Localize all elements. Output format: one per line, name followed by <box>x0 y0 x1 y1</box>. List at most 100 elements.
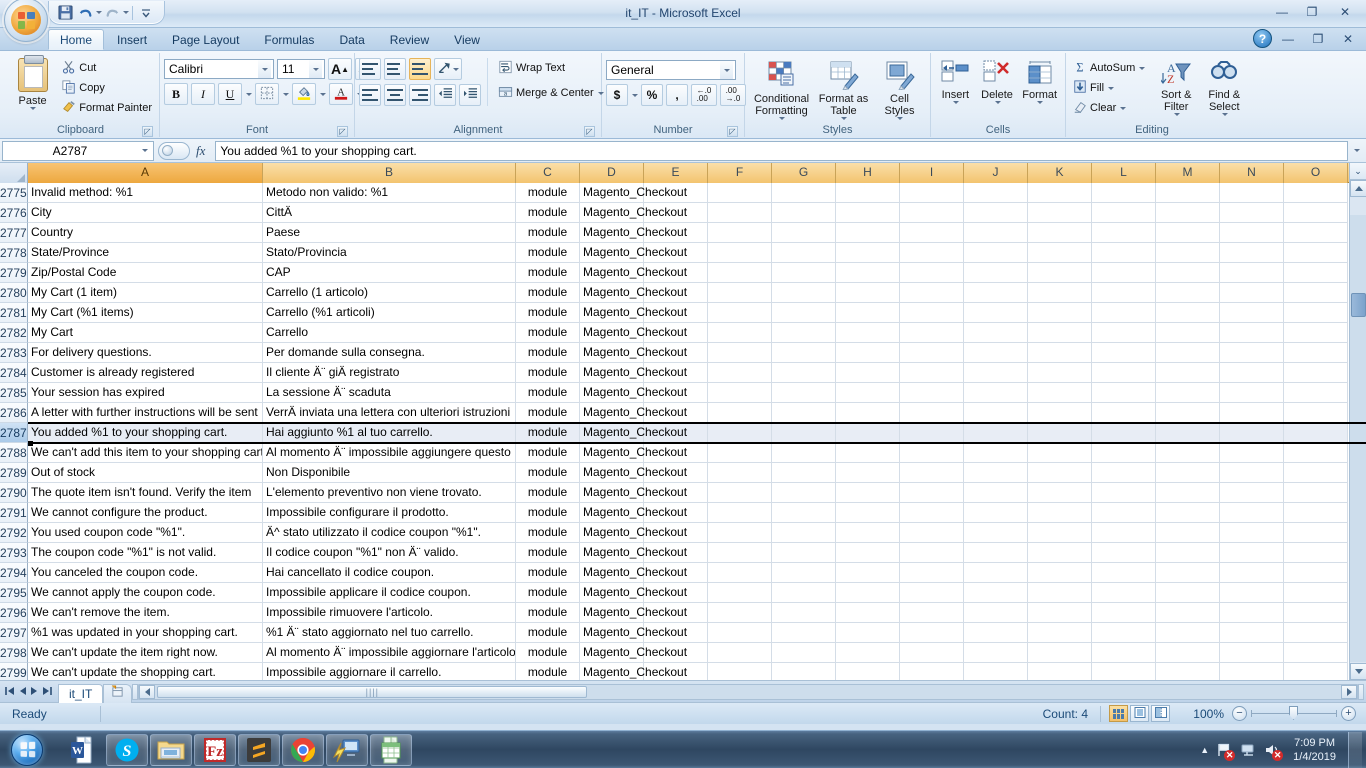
underline-dropdown-icon[interactable] <box>246 92 252 96</box>
cell-D2780[interactable]: Magento_Checkout <box>580 283 687 303</box>
column-header-F[interactable]: F <box>708 163 772 183</box>
cell-J2775[interactable] <box>964 183 1028 203</box>
cell-C2777[interactable]: module <box>516 223 580 243</box>
increase-decimal-button[interactable]: ←.0.00 <box>691 84 717 106</box>
cell-B2790[interactable]: L'elemento preventivo non viene trovato. <box>263 483 516 503</box>
cell-C2798[interactable]: module <box>516 643 580 663</box>
cell-B2783[interactable]: Per domande sulla consegna. <box>263 343 516 363</box>
cell-J2793[interactable] <box>964 543 1028 563</box>
cell-K2794[interactable] <box>1028 563 1092 583</box>
cell-C2796[interactable]: module <box>516 603 580 623</box>
cell-F2795[interactable] <box>708 583 772 603</box>
cell-I2796[interactable] <box>900 603 964 623</box>
volume-muted-icon[interactable]: ✕ <box>1263 741 1284 761</box>
cell-F2777[interactable] <box>708 223 772 243</box>
fill-color-button[interactable] <box>292 83 316 105</box>
cell-J2788[interactable] <box>964 443 1028 463</box>
borders-button[interactable] <box>255 83 279 105</box>
cell-B2793[interactable]: Il codice coupon "%1" non Ä¨ valido. <box>263 543 516 563</box>
cell-G2795[interactable] <box>772 583 836 603</box>
cell-J2790[interactable] <box>964 483 1028 503</box>
cell-A2786[interactable]: A letter with further instructions will … <box>28 403 263 423</box>
cell-J2797[interactable] <box>964 623 1028 643</box>
currency-button[interactable]: $ <box>606 84 628 106</box>
cell-J2785[interactable] <box>964 383 1028 403</box>
row-header-2784[interactable]: 2784 <box>0 363 28 383</box>
cell-N2796[interactable] <box>1220 603 1284 623</box>
cell-G2787[interactable] <box>772 423 836 443</box>
cell-K2777[interactable] <box>1028 223 1092 243</box>
cell-H2775[interactable] <box>836 183 900 203</box>
first-sheet-icon[interactable] <box>5 685 16 699</box>
cell-L2777[interactable] <box>1092 223 1156 243</box>
cell-O2786[interactable] <box>1284 403 1348 423</box>
cell-C2783[interactable]: module <box>516 343 580 363</box>
cell-I2790[interactable] <box>900 483 964 503</box>
cell-H2791[interactable] <box>836 503 900 523</box>
cell-L2789[interactable] <box>1092 463 1156 483</box>
cell-C2787[interactable]: module <box>516 423 580 443</box>
cell-C2792[interactable]: module <box>516 523 580 543</box>
cell-C2788[interactable]: module <box>516 443 580 463</box>
cell-D2783[interactable]: Magento_Checkout <box>580 343 687 363</box>
insert-cells-button[interactable]: Insert <box>935 58 976 104</box>
cell-G2786[interactable] <box>772 403 836 423</box>
cell-C2789[interactable]: module <box>516 463 580 483</box>
cell-A2795[interactable]: We cannot apply the coupon code. <box>28 583 263 603</box>
scroll-up-button[interactable] <box>1350 180 1366 197</box>
conditional-formatting-button[interactable]: Conditional Formatting <box>751 58 813 120</box>
horizontal-scrollbar[interactable]: |||| <box>138 683 1358 700</box>
cell-G2792[interactable] <box>772 523 836 543</box>
cell-C2775[interactable]: module <box>516 183 580 203</box>
copy-button[interactable]: Copy <box>59 78 155 98</box>
cell-I2782[interactable] <box>900 323 964 343</box>
cell-D2778[interactable]: Magento_Checkout <box>580 243 687 263</box>
table-row[interactable]: The quote item isn't found. Verify the i… <box>28 483 1366 503</box>
zoom-in-button[interactable]: + <box>1341 706 1356 721</box>
scroll-down-button[interactable] <box>1350 663 1366 680</box>
column-header-M[interactable]: M <box>1156 163 1220 183</box>
cell-D2788[interactable]: Magento_Checkout <box>580 443 687 463</box>
format-as-table-dropdown-icon[interactable] <box>841 117 847 120</box>
cell-J2780[interactable] <box>964 283 1028 303</box>
row-header-2786[interactable]: 2786 <box>0 403 28 423</box>
cell-A2791[interactable]: We cannot configure the product. <box>28 503 263 523</box>
column-header-G[interactable]: G <box>772 163 836 183</box>
cell-C2776[interactable]: module <box>516 203 580 223</box>
cell-K2790[interactable] <box>1028 483 1092 503</box>
delete-cells-button[interactable]: Delete <box>976 58 1019 104</box>
table-row[interactable]: A letter with further instructions will … <box>28 403 1366 423</box>
align-bottom-button[interactable] <box>409 58 431 80</box>
cell-H2795[interactable] <box>836 583 900 603</box>
cell-G2798[interactable] <box>772 643 836 663</box>
tab-formulas[interactable]: Formulas <box>252 29 326 50</box>
cell-D2799[interactable]: Magento_Checkout <box>580 663 687 680</box>
cell-I2788[interactable] <box>900 443 964 463</box>
cell-A2794[interactable]: You canceled the coupon code. <box>28 563 263 583</box>
cell-L2779[interactable] <box>1092 263 1156 283</box>
horizontal-split-handle-right[interactable] <box>1358 683 1364 700</box>
cell-A2793[interactable]: The coupon code "%1" is not valid. <box>28 543 263 563</box>
cell-C2782[interactable]: module <box>516 323 580 343</box>
cell-L2776[interactable] <box>1092 203 1156 223</box>
cell-D2795[interactable]: Magento_Checkout <box>580 583 687 603</box>
row-header-2775[interactable]: 2775 <box>0 183 28 203</box>
orientation-button[interactable] <box>434 58 462 80</box>
cell-N2790[interactable] <box>1220 483 1284 503</box>
cell-M2781[interactable] <box>1156 303 1220 323</box>
autosum-button[interactable]: Σ AutoSum <box>1070 58 1148 78</box>
cell-O2783[interactable] <box>1284 343 1348 363</box>
row-header-2797[interactable]: 2797 <box>0 623 28 643</box>
vertical-scroll-thumb[interactable] <box>1351 293 1366 317</box>
cell-K2786[interactable] <box>1028 403 1092 423</box>
borders-dropdown-icon[interactable] <box>283 92 289 96</box>
cell-H2790[interactable] <box>836 483 900 503</box>
insert-cells-dropdown-icon[interactable] <box>952 101 959 104</box>
cell-A2783[interactable]: For delivery questions. <box>28 343 263 363</box>
cell-G2778[interactable] <box>772 243 836 263</box>
google-chrome-icon[interactable] <box>282 733 324 766</box>
cell-H2788[interactable] <box>836 443 900 463</box>
cell-M2777[interactable] <box>1156 223 1220 243</box>
cell-L2788[interactable] <box>1092 443 1156 463</box>
cell-O2797[interactable] <box>1284 623 1348 643</box>
